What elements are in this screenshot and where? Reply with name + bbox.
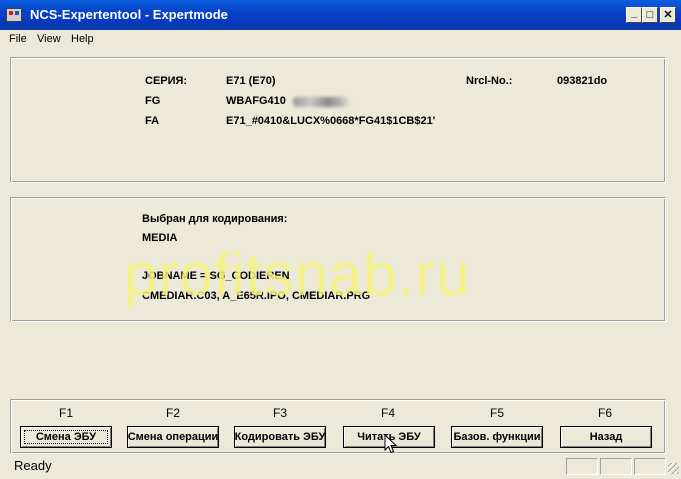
title-bar[interactable]: NCS-Expertentool - Expertmode _ □ ✕ — [0, 0, 681, 30]
basic-functions-button[interactable]: Базов. функции — [451, 426, 543, 448]
app-icon[interactable] — [6, 8, 22, 22]
fa-label: FA — [145, 115, 160, 127]
menu-file[interactable]: File — [9, 33, 27, 45]
status-text: Ready — [14, 458, 52, 473]
menu-bar: File View Help — [0, 30, 681, 48]
fkey-label-f1: F1 — [58, 406, 73, 420]
fkey-label-f5: F5 — [489, 406, 504, 420]
minimize-icon: _ — [630, 6, 638, 19]
close-icon: ✕ — [663, 8, 673, 21]
nrcl-value: 093821do — [557, 75, 608, 87]
code-ecu-button[interactable]: Кодировать ЭБУ — [234, 426, 326, 448]
menu-view[interactable]: View — [37, 33, 61, 45]
fg-value: WBAFG410 — [226, 95, 286, 107]
close-button[interactable]: ✕ — [660, 7, 676, 23]
status-bar: Ready — [0, 455, 681, 479]
mouse-cursor-icon — [384, 434, 398, 454]
change-operation-button[interactable]: Смена операции — [127, 426, 219, 448]
nrcl-label: Nrcl-No.: — [466, 75, 513, 87]
back-button[interactable]: Назад — [560, 426, 652, 448]
status-cell-3 — [634, 458, 666, 475]
selected-for-coding-label: Выбран для кодирования: — [142, 213, 288, 225]
fkey-label-f3: F3 — [272, 406, 287, 420]
menu-help[interactable]: Help — [71, 33, 94, 45]
fg-label: FG — [145, 95, 161, 107]
fkey-label-f2: F2 — [165, 406, 180, 420]
fa-value: E71_#0410&LUCX%0668*FG41$1CB$21' — [226, 115, 436, 127]
fkey-label-f6: F6 — [597, 406, 612, 420]
app-window: NCS-Expertentool - Expertmode _ □ ✕ File… — [0, 0, 681, 479]
fkey-label-f4: F4 — [380, 406, 395, 420]
status-cell-1 — [566, 458, 598, 475]
resize-grip-icon[interactable] — [668, 463, 679, 474]
watermark: profitsnab.ru — [124, 241, 471, 308]
series-value: E71 (E70) — [226, 75, 276, 87]
series-label: СЕРИЯ: — [145, 75, 188, 87]
window-title: NCS-Expertentool - Expertmode — [30, 7, 228, 22]
maximize-button[interactable]: □ — [642, 7, 658, 23]
minimize-button[interactable]: _ — [626, 7, 642, 23]
change-ecu-button[interactable]: Смена ЭБУ — [20, 426, 112, 448]
vehicle-info-panel: СЕРИЯ: E71 (E70) Nrcl-No.: 093821do FG W… — [10, 57, 666, 183]
status-cell-2 — [600, 458, 632, 475]
maximize-icon: □ — [646, 8, 654, 21]
redacted-vin-blur — [293, 97, 351, 107]
